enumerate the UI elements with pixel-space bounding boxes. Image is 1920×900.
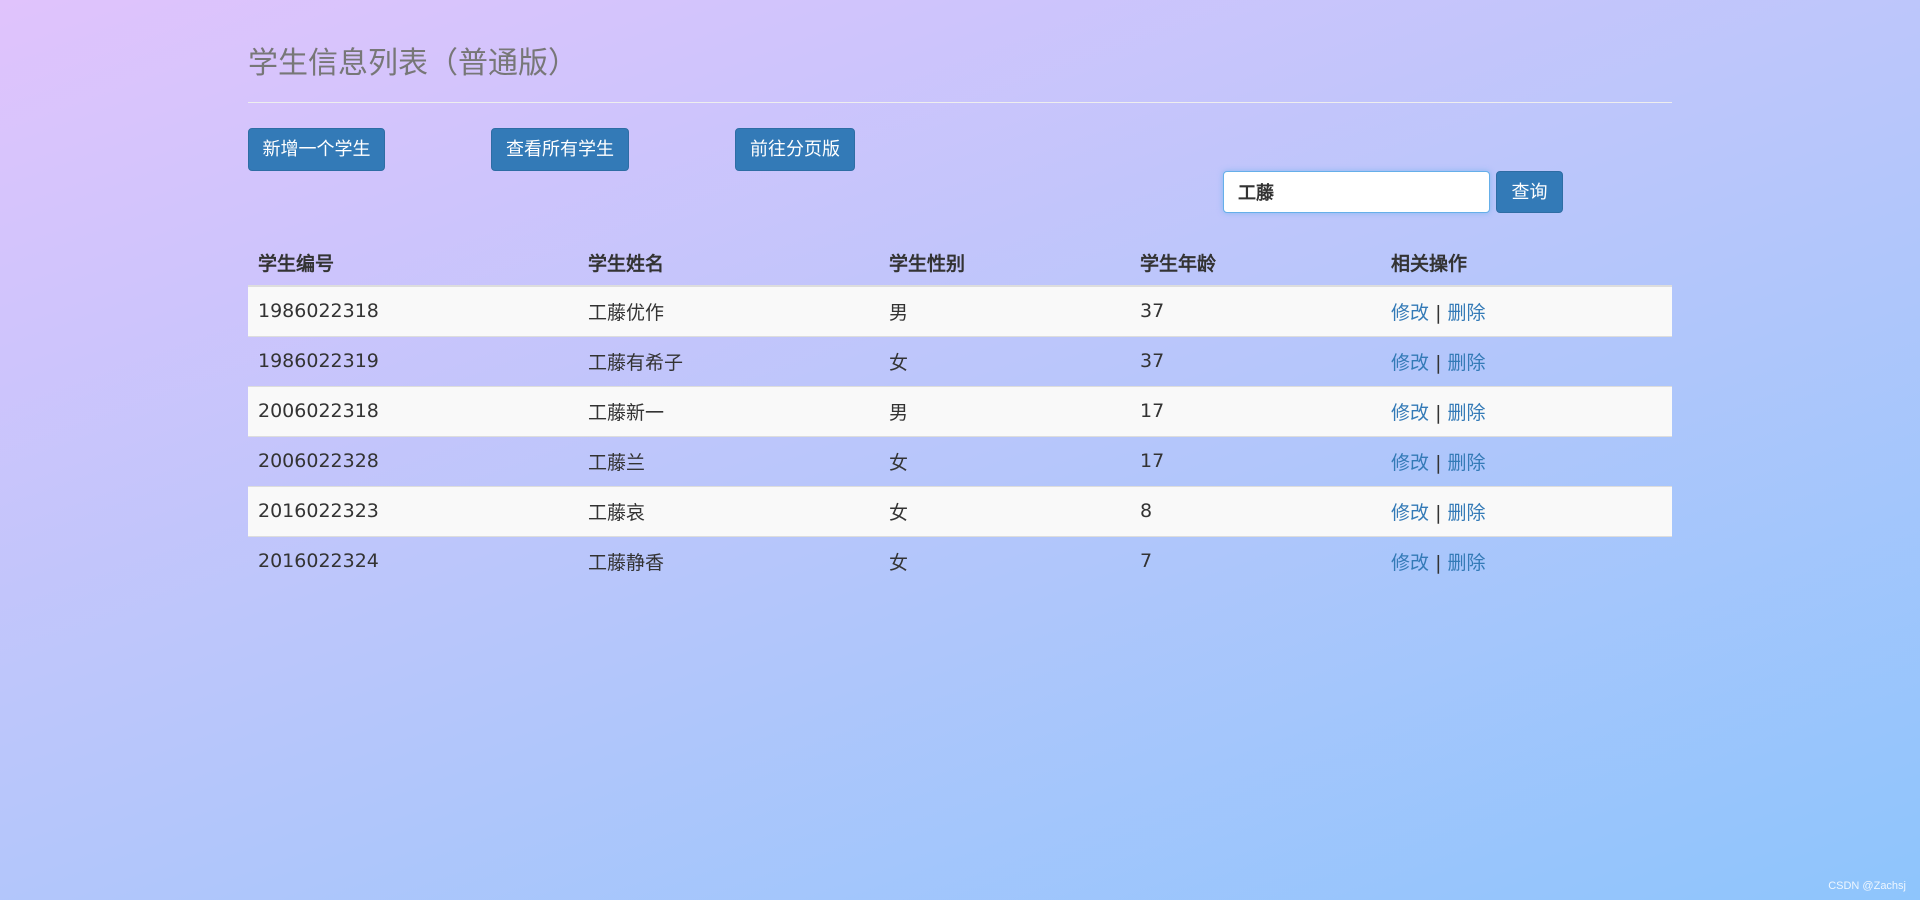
delete-link[interactable]: 删除 xyxy=(1448,452,1486,474)
action-separator: | xyxy=(1435,501,1442,524)
cell-id: 1986022319 xyxy=(248,335,578,386)
table-row: 1986022319 工藤有希子 女 37 修改 | 删除 xyxy=(248,335,1672,386)
edit-link[interactable]: 修改 xyxy=(1391,502,1429,524)
table-row: 2006022328 工藤兰 女 17 修改 | 删除 xyxy=(248,435,1672,486)
cell-name: 工藤静香 xyxy=(578,535,879,586)
cell-age: 37 xyxy=(1130,285,1381,336)
add-student-button[interactable]: 新增一个学生 xyxy=(248,128,385,171)
cell-gender: 女 xyxy=(879,485,1130,536)
header-student-gender: 学生性别 xyxy=(879,240,1130,287)
edit-link[interactable]: 修改 xyxy=(1391,352,1429,374)
cell-name: 工藤兰 xyxy=(578,435,879,486)
cell-name: 工藤优作 xyxy=(578,285,879,336)
main-container: 学生信息列表（普通版） 新增一个学生 查看所有学生 前往分页版 查询 学生编号 … xyxy=(248,0,1672,586)
cell-id: 2006022318 xyxy=(248,385,578,436)
delete-link[interactable]: 删除 xyxy=(1448,302,1486,324)
action-separator: | xyxy=(1435,451,1442,474)
cell-actions: 修改 | 删除 xyxy=(1381,335,1672,386)
cell-age: 17 xyxy=(1130,385,1381,436)
table-header-row: 学生编号 学生姓名 学生性别 学生年龄 相关操作 xyxy=(248,240,1672,287)
cell-id: 2016022323 xyxy=(248,485,578,536)
cell-age: 8 xyxy=(1130,485,1381,536)
action-separator: | xyxy=(1435,551,1442,574)
table-row: 2016022323 工藤哀 女 8 修改 | 删除 xyxy=(248,485,1672,536)
delete-link[interactable]: 删除 xyxy=(1448,402,1486,424)
search-input[interactable] xyxy=(1223,171,1490,213)
watermark: CSDN @Zachsj xyxy=(1828,880,1906,892)
cell-id: 1986022318 xyxy=(248,285,578,336)
cell-name: 工藤新一 xyxy=(578,385,879,436)
action-separator: | xyxy=(1435,351,1442,374)
cell-name: 工藤有希子 xyxy=(578,335,879,386)
cell-age: 7 xyxy=(1130,535,1381,586)
action-separator: | xyxy=(1435,301,1442,324)
header-student-age: 学生年龄 xyxy=(1130,240,1381,287)
table-row: 1986022318 工藤优作 男 37 修改 | 删除 xyxy=(248,285,1672,336)
delete-link[interactable]: 删除 xyxy=(1448,552,1486,574)
edit-link[interactable]: 修改 xyxy=(1391,302,1429,324)
header-student-name: 学生姓名 xyxy=(578,240,879,287)
cell-gender: 男 xyxy=(879,285,1130,336)
cell-gender: 女 xyxy=(879,435,1130,486)
cell-gender: 男 xyxy=(879,385,1130,436)
cell-name: 工藤哀 xyxy=(578,485,879,536)
page-title: 学生信息列表（普通版） xyxy=(248,46,578,81)
table-row: 2016022324 工藤静香 女 7 修改 | 删除 xyxy=(248,535,1672,586)
go-paged-version-button[interactable]: 前往分页版 xyxy=(735,128,855,171)
title-divider xyxy=(248,102,1672,103)
cell-actions: 修改 | 删除 xyxy=(1381,385,1672,436)
cell-actions: 修改 | 删除 xyxy=(1381,485,1672,536)
cell-actions: 修改 | 删除 xyxy=(1381,435,1672,486)
edit-link[interactable]: 修改 xyxy=(1391,452,1429,474)
view-all-students-button[interactable]: 查看所有学生 xyxy=(491,128,629,171)
cell-id: 2016022324 xyxy=(248,535,578,586)
delete-link[interactable]: 删除 xyxy=(1448,502,1486,524)
cell-age: 37 xyxy=(1130,335,1381,386)
cell-gender: 女 xyxy=(879,535,1130,586)
delete-link[interactable]: 删除 xyxy=(1448,352,1486,374)
action-separator: | xyxy=(1435,401,1442,424)
edit-link[interactable]: 修改 xyxy=(1391,552,1429,574)
cell-gender: 女 xyxy=(879,335,1130,386)
search-button[interactable]: 查询 xyxy=(1496,171,1563,213)
cell-actions: 修改 | 删除 xyxy=(1381,535,1672,586)
cell-actions: 修改 | 删除 xyxy=(1381,285,1672,336)
header-student-id: 学生编号 xyxy=(248,240,578,287)
cell-id: 2006022328 xyxy=(248,435,578,486)
student-table: 学生编号 学生姓名 学生性别 学生年龄 相关操作 1986022318 工藤优作… xyxy=(248,240,1672,586)
cell-age: 17 xyxy=(1130,435,1381,486)
edit-link[interactable]: 修改 xyxy=(1391,402,1429,424)
header-actions: 相关操作 xyxy=(1381,240,1672,287)
table-row: 2006022318 工藤新一 男 17 修改 | 删除 xyxy=(248,385,1672,436)
